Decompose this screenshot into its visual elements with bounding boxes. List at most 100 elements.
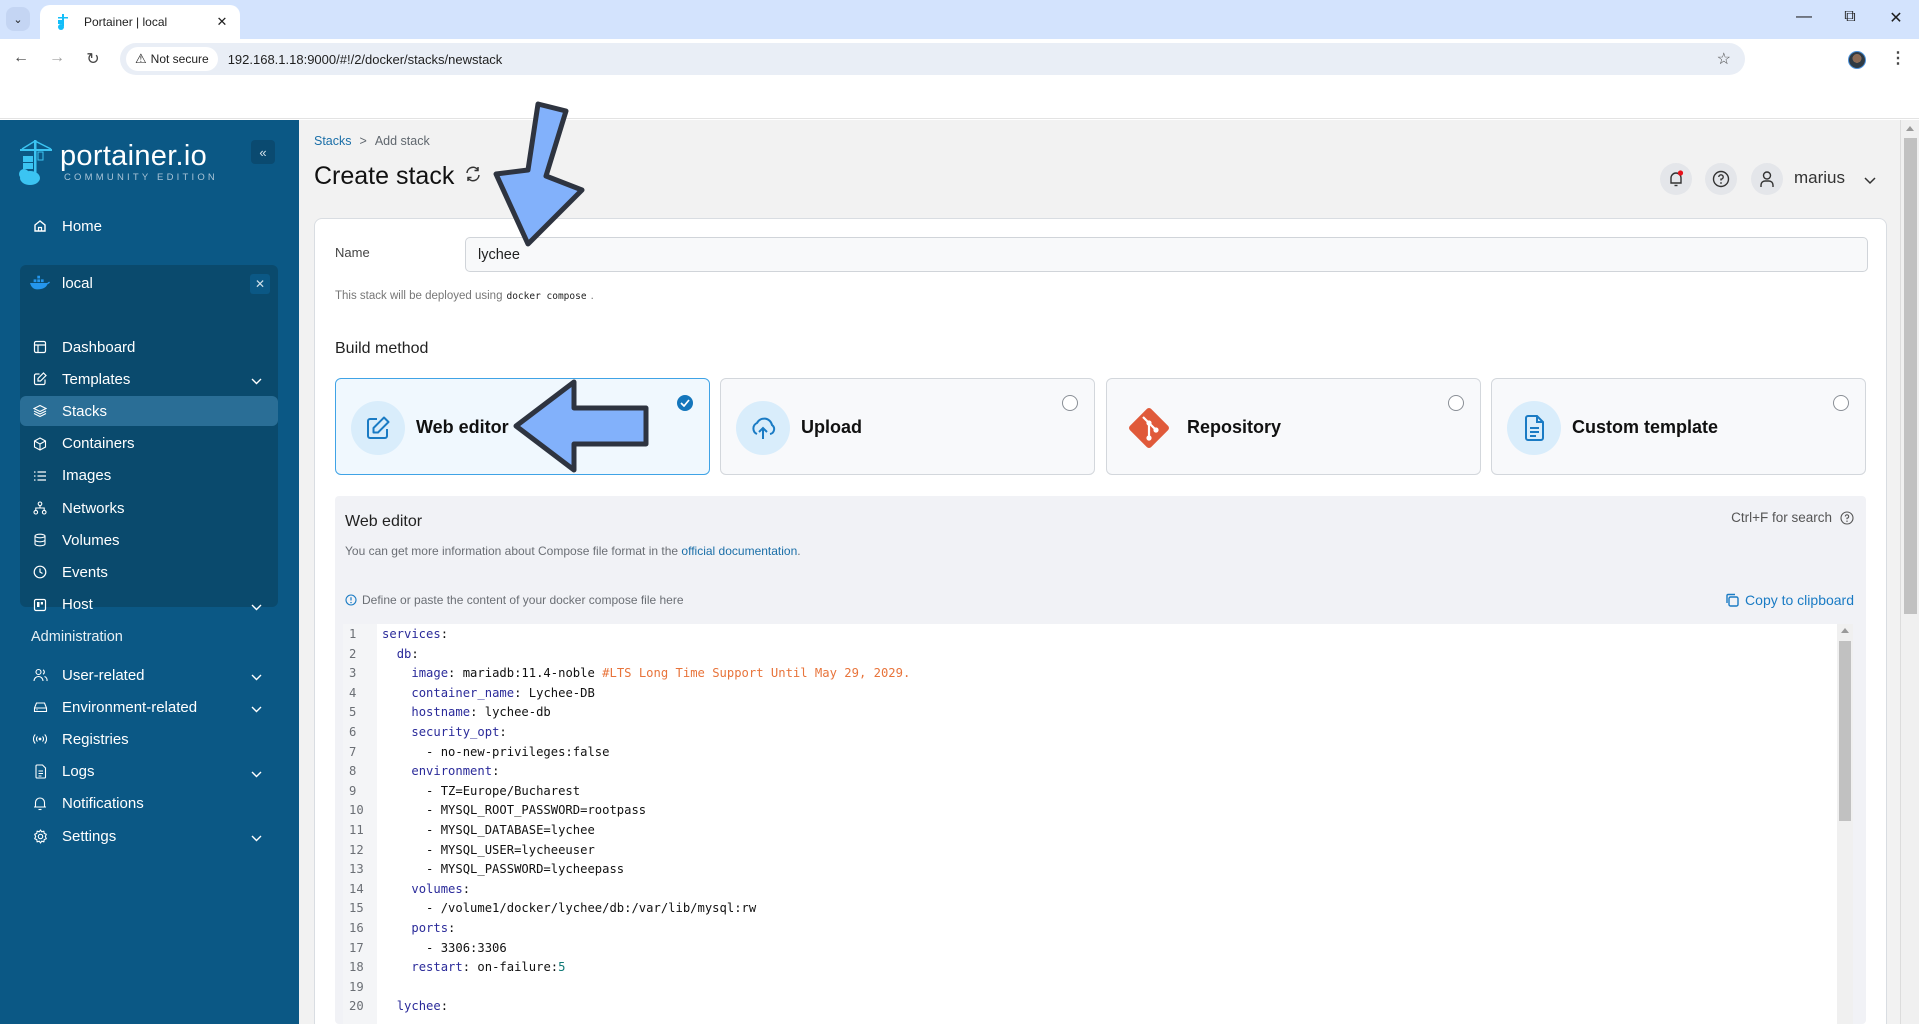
scroll-up-icon[interactable]: [1906, 126, 1914, 131]
forward-icon[interactable]: →: [46, 49, 68, 67]
page-scrollbar[interactable]: [1900, 120, 1919, 1024]
sidebar-item-dashboard[interactable]: Dashboard: [20, 332, 278, 362]
sidebar-item-events[interactable]: Events: [20, 557, 278, 587]
code-line[interactable]: 19: [343, 978, 382, 998]
build-method-web-editor[interactable]: Web editor: [335, 378, 710, 475]
code-line[interactable]: 13 - MYSQL_PASSWORD=lycheepass: [343, 860, 624, 880]
sidebar-item-user-related[interactable]: User-related: [20, 660, 278, 690]
sidebar-item-home[interactable]: Home: [20, 211, 278, 241]
tab-search-button[interactable]: ⌄: [6, 7, 30, 31]
portainer-favicon-icon: [58, 14, 68, 30]
sidebar-item-containers[interactable]: Containers: [20, 429, 278, 459]
code-line[interactable]: 17 - 3306:3306: [343, 939, 507, 959]
editor-scrollbar[interactable]: [1837, 624, 1853, 1024]
radio-icon[interactable]: [1062, 395, 1078, 411]
user-icon: [1760, 171, 1774, 187]
page-title: Create stack: [314, 162, 482, 191]
reload-icon[interactable]: ↻: [82, 49, 104, 69]
sidebar-item-stacks[interactable]: Stacks: [20, 396, 278, 427]
chevron-down-icon[interactable]: [251, 700, 262, 717]
back-icon[interactable]: ←: [10, 49, 32, 67]
code-line[interactable]: 7 - no-new-privileges:false: [343, 743, 609, 763]
scroll-up-icon[interactable]: [1841, 628, 1849, 633]
refresh-icon[interactable]: [464, 165, 482, 188]
code-editor[interactable]: 1 services: 2 db: 3 image: mariadb:11.4-nob…: [343, 624, 1853, 1024]
official-documentation-link[interactable]: official documentation: [681, 544, 797, 558]
code-line[interactable]: 20 lychee:: [343, 997, 448, 1017]
build-method-label: Upload: [801, 417, 862, 437]
code-line[interactable]: 16 ports:: [343, 919, 455, 939]
radio-icon[interactable]: [1448, 395, 1464, 411]
line-number: 1: [349, 627, 357, 641]
selected-radio-icon[interactable]: [677, 395, 693, 411]
sidebar-item-host[interactable]: Host: [20, 590, 278, 620]
sidebar-item-settings[interactable]: Settings: [20, 821, 278, 851]
close-window-icon[interactable]: ✕: [1876, 8, 1916, 28]
code-line[interactable]: 15 - /volume1/docker/lychee/db:/var/lib/…: [343, 899, 756, 919]
code-line[interactable]: 14 volumes:: [343, 880, 470, 900]
build-method-repository[interactable]: Repository: [1106, 378, 1481, 475]
chevron-down-icon[interactable]: [251, 765, 262, 782]
sidebar-item-networks[interactable]: Networks: [20, 493, 278, 523]
sidebar-item-images[interactable]: Images: [20, 461, 278, 491]
code-line[interactable]: 4 container_name: Lychee-DB: [343, 684, 595, 704]
code-line[interactable]: 1 services:: [343, 625, 448, 645]
code-line[interactable]: 18 restart: on-failure:5: [343, 958, 565, 978]
browser-menu-icon[interactable]: ⋮: [1890, 48, 1906, 68]
build-method-custom-template[interactable]: Custom template: [1491, 378, 1866, 475]
search-hint: Ctrl+F for search: [1731, 510, 1854, 525]
sidebar-item-environment-related[interactable]: Environment-related: [20, 692, 278, 722]
sidebar-item-volumes[interactable]: Volumes: [20, 525, 278, 555]
notifications-button[interactable]: [1660, 163, 1692, 195]
profile-avatar[interactable]: [1848, 51, 1866, 69]
code-line[interactable]: 5 hostname: lychee-db: [343, 703, 551, 723]
chevron-down-icon[interactable]: [251, 372, 262, 389]
copy-to-clipboard-button[interactable]: Copy to clipboard: [1725, 592, 1854, 608]
build-method-upload[interactable]: Upload: [720, 378, 1095, 475]
portainer-crane-icon: [19, 140, 52, 185]
code-line[interactable]: 2 db:: [343, 645, 419, 665]
chevron-down-icon[interactable]: [1864, 172, 1876, 190]
code-line[interactable]: 3 image: mariadb:11.4-noble #LTS Long Ti…: [343, 664, 910, 684]
sidebar-item-templates[interactable]: Templates: [20, 364, 278, 394]
editor-scroll-thumb[interactable]: [1839, 641, 1851, 821]
user-menu-button[interactable]: [1751, 163, 1783, 195]
close-environment-button[interactable]: ✕: [250, 274, 270, 294]
sidebar-item-notifications[interactable]: Notifications: [20, 789, 278, 819]
browser-tab[interactable]: Portainer | local ✕: [40, 5, 240, 39]
edit-icon: [30, 372, 50, 386]
url-text[interactable]: 192.168.1.18:9000/#!/2/docker/stacks/new…: [228, 52, 503, 67]
security-chip[interactable]: ⚠ Not secure: [126, 47, 218, 71]
chevron-down-icon[interactable]: [251, 598, 262, 615]
chevron-down-icon[interactable]: [251, 829, 262, 846]
code-line[interactable]: 9 - TZ=Europe/Bucharest: [343, 782, 580, 802]
close-tab-icon[interactable]: ✕: [214, 14, 230, 30]
sidebar-item-logs[interactable]: Logs: [20, 757, 278, 787]
code-line[interactable]: 6 security_opt:: [343, 723, 507, 743]
code-line[interactable]: 12 - MYSQL_USER=lycheeuser: [343, 841, 595, 861]
stack-name-input[interactable]: [465, 237, 1868, 272]
restore-icon[interactable]: ⧉: [1830, 8, 1870, 26]
environment-name[interactable]: local: [20, 268, 278, 298]
sidebar-item-registries[interactable]: Registries: [20, 724, 278, 754]
code-text: - MYSQL_ROOT_PASSWORD=rootpass: [382, 803, 647, 818]
code-text: services:: [382, 627, 449, 641]
breadcrumb-stacks-link[interactable]: Stacks: [314, 134, 352, 148]
page-scroll-thumb[interactable]: [1904, 138, 1917, 614]
code-line[interactable]: 8 environment:: [343, 762, 499, 782]
chevron-down-icon[interactable]: [251, 668, 262, 685]
user-name[interactable]: marius: [1794, 168, 1845, 188]
code-line[interactable]: 11 - MYSQL_DATABASE=lychee: [343, 821, 595, 841]
minimize-icon[interactable]: —: [1784, 8, 1824, 26]
portainer-logo[interactable]: portainer.io COMMUNITY EDITION: [18, 140, 218, 186]
code-line[interactable]: 10 - MYSQL_ROOT_PASSWORD=rootpass: [343, 801, 646, 821]
deploy-note-suffix: .: [590, 290, 594, 302]
sidebar-item-label: Images: [62, 467, 112, 485]
collapse-sidebar-button[interactable]: «: [251, 140, 275, 164]
help-circle-icon[interactable]: [1840, 510, 1854, 525]
host-icon: [30, 598, 50, 612]
bookmark-star-icon[interactable]: ☆: [1717, 49, 1731, 69]
omnibox[interactable]: ⚠ Not secure 192.168.1.18:9000/#!/2/dock…: [120, 43, 1745, 75]
help-button[interactable]: [1705, 163, 1737, 195]
radio-icon[interactable]: [1833, 395, 1849, 411]
